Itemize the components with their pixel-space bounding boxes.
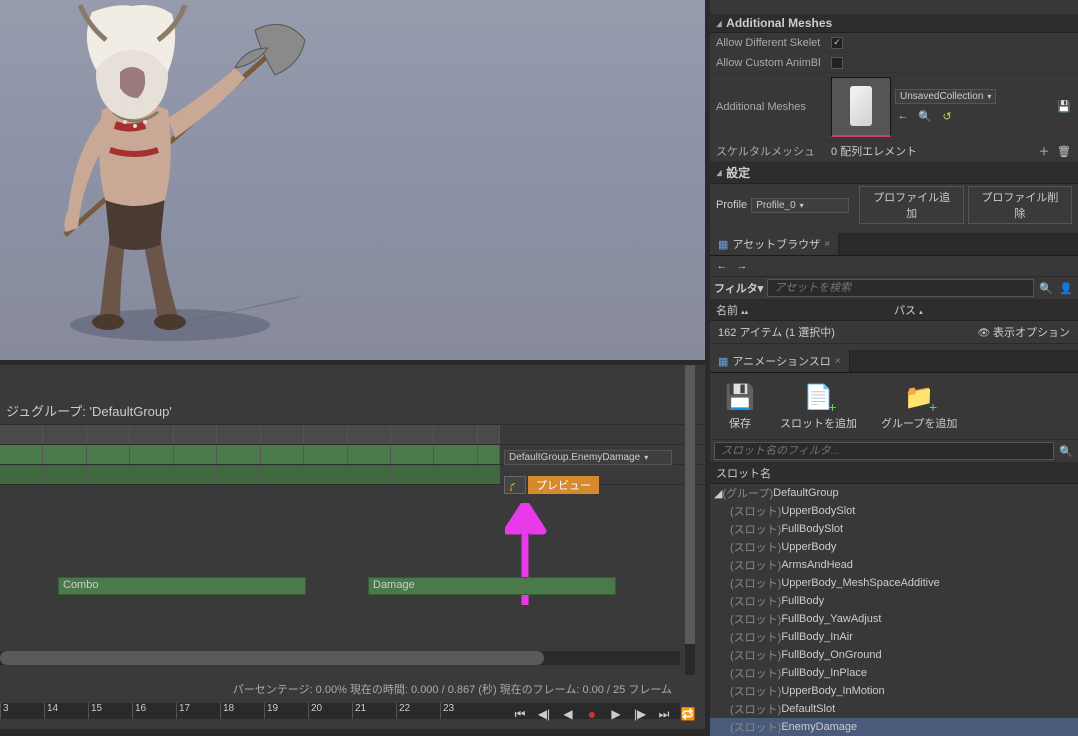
slot-name-col[interactable]: スロット名 [716, 465, 771, 481]
search-icon[interactable]: 🔍 [1058, 443, 1074, 459]
slot-filter-input[interactable] [714, 442, 1054, 460]
add-profile-button[interactable]: プロファイル追加 [859, 186, 963, 224]
col-path[interactable]: パス ▴ [894, 302, 1072, 318]
mesh-thumbnail[interactable] [831, 77, 891, 137]
slot-item[interactable]: (スロット) FullBody_YawAdjust [710, 610, 1078, 628]
search-icon[interactable]: 🔍 [917, 108, 933, 124]
timeline-panel: ジュグループ: 'DefaultGroup' DefaultGroup.Enem… [0, 365, 705, 729]
allow-custom-animbp-label: Allow Custom AnimBl [716, 57, 831, 69]
collection-dropdown[interactable]: UnsavedCollection [895, 89, 996, 104]
ruler-tick: 15 [88, 703, 132, 719]
asset-browser-icon: ▦ [718, 238, 728, 251]
preview-icon: 🎓 [504, 476, 526, 494]
view-options[interactable]: 👁 表示オプション [978, 324, 1070, 340]
profile-label: Profile [716, 199, 747, 211]
ruler-tick: 14 [44, 703, 88, 719]
search-icon[interactable]: 🔍 [1038, 280, 1054, 296]
viewport[interactable] [0, 0, 705, 360]
slot-item[interactable]: (スロット) FullBody_InAir [710, 628, 1078, 646]
details-panel: Additional Meshes Allow Different Skelet… [710, 0, 1078, 729]
reset-icon[interactable]: ↺ [939, 108, 955, 124]
slot-item[interactable]: (スロット) FullBody_OnGround [710, 646, 1078, 664]
save-button[interactable]: 💾 保存 [714, 377, 766, 435]
nav-back-icon[interactable]: ← [714, 258, 730, 274]
skip-end-icon[interactable]: ⏭ [655, 705, 673, 723]
step-back-icon[interactable]: ◀| [535, 705, 553, 723]
add-slot-icon: 📄+ [803, 381, 835, 413]
section-damage[interactable]: Damage [368, 577, 616, 595]
slot-dropdown[interactable]: DefaultGroup.EnemyDamage [504, 450, 672, 465]
add-group-button[interactable]: 📁+ グループを追加 [871, 377, 967, 435]
montage-group-header[interactable]: ジュグループ: 'DefaultGroup' [0, 397, 705, 425]
ruler-tick: 17 [176, 703, 220, 719]
ruler-tick: 22 [396, 703, 440, 719]
anim-slot-icon: ▦ [718, 355, 728, 368]
slot-item[interactable]: (スロット) EnemyDamage [710, 718, 1078, 736]
asset-count: 162 アイテム (1 選択中) [718, 324, 835, 340]
additional-meshes-label: Additional Meshes [716, 101, 831, 113]
clear-elements-icon[interactable]: 🗑 [1056, 143, 1072, 159]
allow-custom-animbp-checkbox[interactable] [831, 57, 843, 69]
add-group-icon: 📁+ [903, 381, 935, 413]
additional-meshes-header[interactable]: Additional Meshes [710, 14, 1078, 33]
settings-header[interactable]: 設定 [710, 162, 1078, 184]
track-row[interactable] [0, 425, 705, 445]
allow-different-skeletons-checkbox[interactable] [831, 37, 843, 49]
col-name[interactable]: 名前 ▴▴ [716, 302, 894, 318]
slot-item[interactable]: (スロット) UpperBody_MeshSpaceAdditive [710, 574, 1078, 592]
ruler-tick: 20 [308, 703, 352, 719]
h-scrollbar[interactable] [0, 651, 680, 665]
add-slot-button[interactable]: 📄+ スロットを追加 [770, 377, 867, 435]
save-icon[interactable]: 💾 [1056, 99, 1072, 115]
close-icon[interactable]: × [824, 239, 830, 250]
floppy-icon: 💾 [724, 381, 756, 413]
array-elements-text: 0 配列エレメント [831, 143, 917, 159]
filter-label[interactable]: フィルタ▾ [714, 280, 763, 296]
slot-item[interactable]: (スロット) ArmsAndHead [710, 556, 1078, 574]
nav-fwd-icon[interactable]: → [734, 258, 750, 274]
play-reverse-icon[interactable]: ◀ [559, 705, 577, 723]
user-icon[interactable]: 👤 [1058, 280, 1074, 296]
skeletal-mesh-label: スケルタルメッシュ [716, 143, 831, 159]
step-fwd-icon[interactable]: |▶ [631, 705, 649, 723]
ruler-tick: 18 [220, 703, 264, 719]
slot-item[interactable]: (スロット) UpperBodySlot [710, 502, 1078, 520]
ruler-tick: 3 [0, 703, 44, 719]
skip-start-icon[interactable]: ⏮ [511, 705, 529, 723]
loop-icon[interactable]: 🔁 [679, 705, 697, 723]
profile-dropdown[interactable]: Profile_0 [751, 198, 849, 213]
play-icon[interactable]: ▶ [607, 705, 625, 723]
ruler-tick: 16 [132, 703, 176, 719]
tab-anim-slot[interactable]: ▦ アニメーションスロ × [710, 350, 850, 372]
back-icon[interactable]: ← [895, 108, 911, 124]
timeline-status: パーセンテージ: 0.00% 現在の時間: 0.000 / 0.867 (秒) … [0, 681, 680, 697]
ruler-tick: 21 [352, 703, 396, 719]
slot-item[interactable]: (スロット) UpperBody [710, 538, 1078, 556]
slot-item[interactable]: (スロット) FullBody [710, 592, 1078, 610]
ruler-tick: 23 [440, 703, 484, 719]
track-row[interactable] [0, 465, 705, 485]
v-scrollbar[interactable] [685, 365, 695, 675]
slot-item[interactable]: (スロット) DefaultSlot [710, 700, 1078, 718]
asset-search-input[interactable] [767, 279, 1034, 297]
add-element-icon[interactable]: ＋ [1036, 143, 1052, 159]
allow-different-skeletons-label: Allow Different Skelet [716, 37, 831, 49]
slot-item[interactable]: (スロット) FullBody_InPlace [710, 664, 1078, 682]
ruler-tick: 19 [264, 703, 308, 719]
slot-tree: ◢(グループ) DefaultGroup (スロット) UpperBodySlo… [710, 484, 1078, 736]
section-combo[interactable]: Combo [58, 577, 306, 595]
slot-group[interactable]: ◢(グループ) DefaultGroup [710, 484, 1078, 502]
slot-item[interactable]: (スロット) FullBodySlot [710, 520, 1078, 538]
tab-asset-browser[interactable]: ▦ アセットブラウザ × [710, 233, 839, 255]
record-icon[interactable]: ● [583, 705, 601, 723]
close-icon[interactable]: × [835, 356, 841, 367]
preview-button[interactable]: 🎓 プレビュー [504, 476, 599, 494]
slot-item[interactable]: (スロット) UpperBody_InMotion [710, 682, 1078, 700]
delete-profile-button[interactable]: プロファイル削除 [968, 186, 1072, 224]
